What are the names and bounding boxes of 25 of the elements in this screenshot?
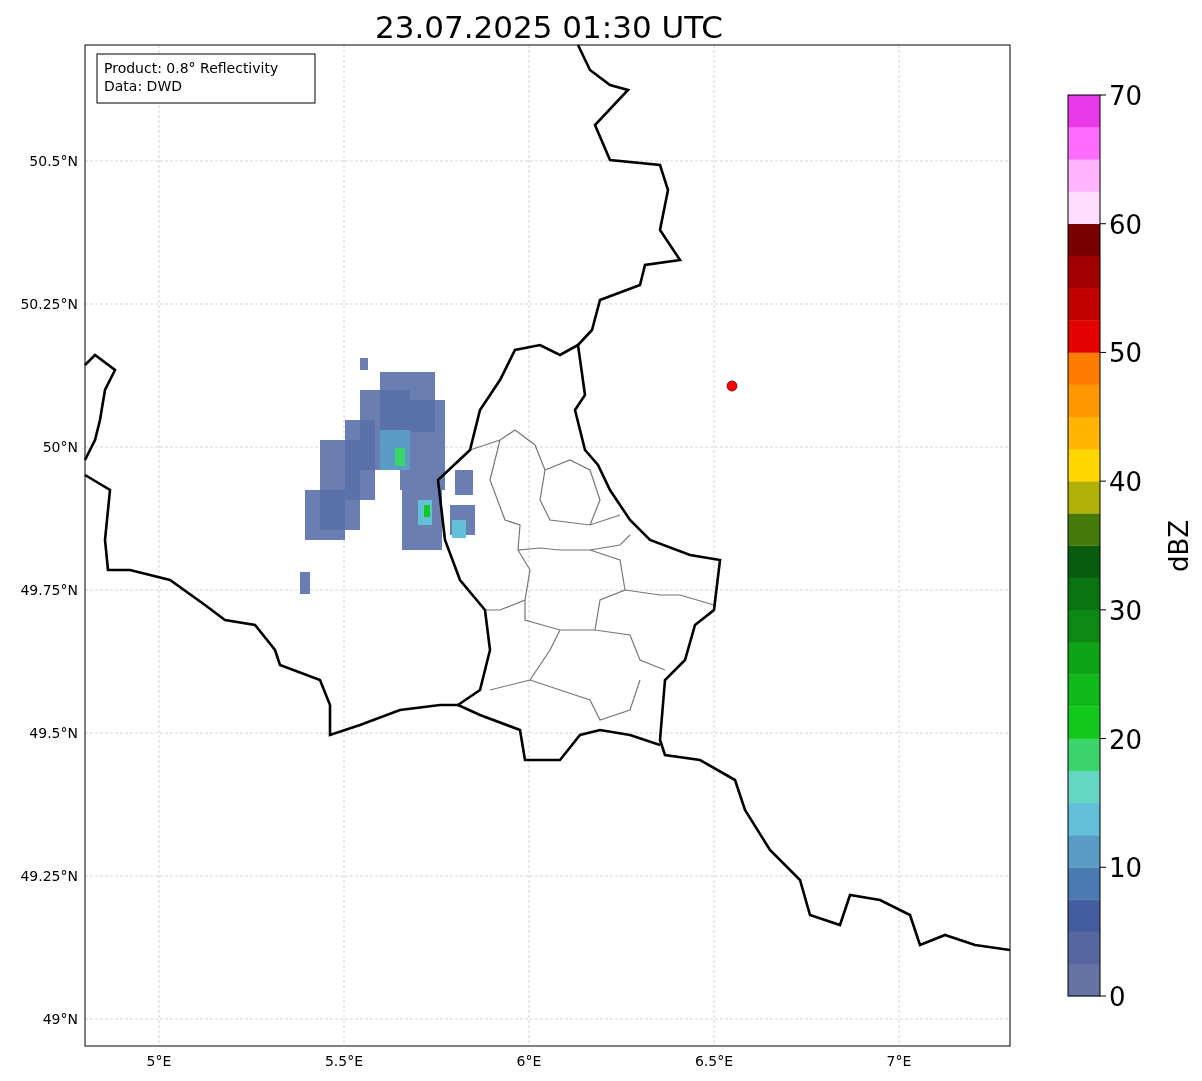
longitude-label: 6.5°E (694, 1053, 734, 1069)
colorbar-label: dBZ (1164, 519, 1194, 573)
colorbar-tick-label: 60 (1109, 209, 1143, 240)
longitude-label: 5°E (146, 1053, 172, 1069)
info-text: Product: 0.8° Reflectivity (104, 60, 279, 76)
longitude-label: 6°E (516, 1053, 542, 1069)
latitude-label: 49°N (42, 1011, 78, 1027)
colorbar-tick-label: 50 (1109, 338, 1143, 369)
latitude-label: 49.25°N (20, 868, 78, 884)
longitude-label: 7°E (886, 1053, 912, 1069)
colorbar-tick-label: 30 (1109, 595, 1143, 626)
colorbar-tick-label: 20 (1109, 724, 1143, 755)
figure-title: 23.07.2025 01:30 UTC (375, 9, 723, 45)
colorbar-tick-label: 70 (1109, 81, 1143, 111)
latitude-label: 49.5°N (29, 725, 78, 741)
latitude-label: 50.25°N (20, 296, 78, 312)
colorbar-tick-label: 10 (1109, 853, 1143, 884)
colorbar-tick-label: 40 (1109, 467, 1143, 498)
latitude-label: 50°N (42, 439, 78, 455)
colorbar-tick-label: 0 (1109, 982, 1126, 1012)
latitude-label: 49.75°N (20, 582, 78, 598)
longitude-label: 5.5°E (324, 1053, 364, 1069)
location-marker (726, 380, 738, 392)
info-text: Data: DWD (104, 78, 182, 94)
latitude-label: 50.5°N (29, 153, 78, 169)
